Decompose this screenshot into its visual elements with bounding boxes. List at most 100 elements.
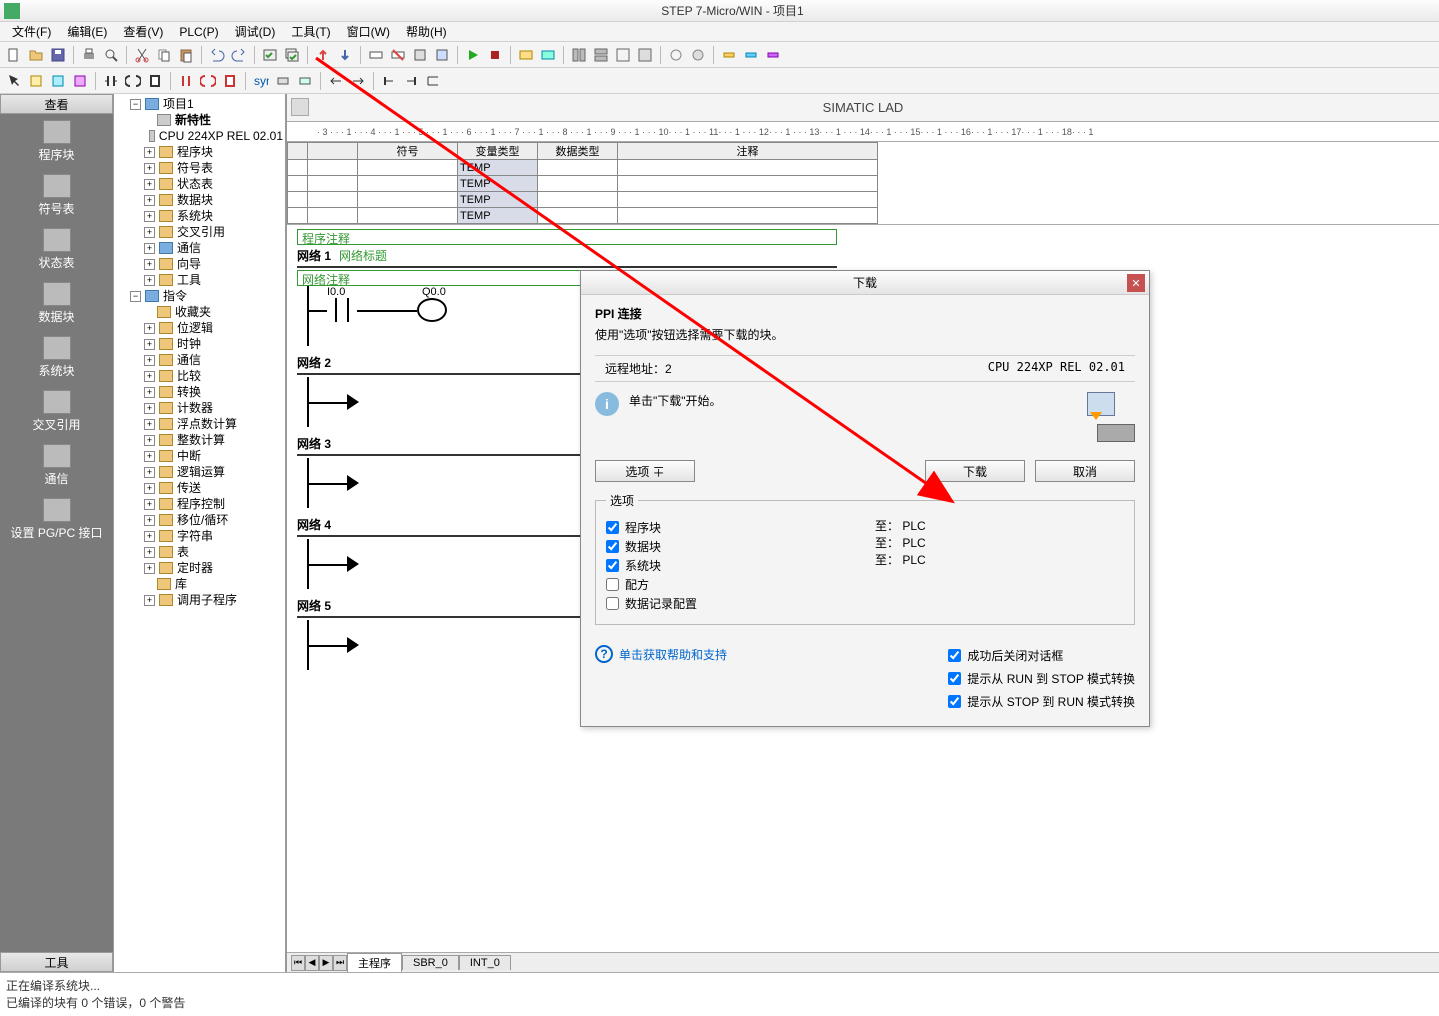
tree-feat[interactable]: 新特性 xyxy=(175,112,211,128)
options-button[interactable]: 选项 ∓ xyxy=(595,460,695,482)
tree-root[interactable]: 项目1 xyxy=(163,96,194,112)
program-comment[interactable]: 程序注释 xyxy=(297,229,837,245)
branch-button[interactable] xyxy=(423,71,443,91)
expand-icon[interactable]: + xyxy=(144,563,155,574)
tree-tools[interactable]: 工具 xyxy=(177,272,201,288)
chk-data-block[interactable] xyxy=(606,540,619,553)
tb2-rd1[interactable] xyxy=(176,71,196,91)
tree-instr-item[interactable]: 库 xyxy=(175,576,187,592)
expand-icon[interactable]: + xyxy=(144,339,155,350)
chk-system-block[interactable] xyxy=(606,559,619,572)
open-button[interactable] xyxy=(26,45,46,65)
expand-icon[interactable]: + xyxy=(144,227,155,238)
tb-d1[interactable] xyxy=(666,45,686,65)
download-action-button[interactable]: 下载 xyxy=(925,460,1025,482)
tb-c2[interactable] xyxy=(591,45,611,65)
status-button[interactable] xyxy=(538,45,558,65)
menu-help[interactable]: 帮助(H) xyxy=(398,21,455,42)
tree-instr-item[interactable]: 移位/循环 xyxy=(177,512,228,528)
dialog-titlebar[interactable]: 下载 ✕ xyxy=(581,271,1149,295)
sym-button[interactable]: sym xyxy=(251,71,271,91)
menu-plc[interactable]: PLC(P) xyxy=(171,23,226,41)
expand-icon[interactable]: + xyxy=(144,323,155,334)
download-button[interactable] xyxy=(335,45,355,65)
paste-button[interactable] xyxy=(176,45,196,65)
tree-prog[interactable]: 程序块 xyxy=(177,144,213,160)
tree-instr-item[interactable]: 逻辑运算 xyxy=(177,464,225,480)
nav-status-table[interactable]: 状态表 xyxy=(0,222,113,276)
editor-corner-icon[interactable] xyxy=(291,98,309,116)
expand-icon[interactable]: + xyxy=(144,595,155,606)
tree-instr-item[interactable]: 转换 xyxy=(177,384,201,400)
help-link[interactable]: ? 单击获取帮助和支持 xyxy=(595,645,727,663)
chk-program-block[interactable] xyxy=(606,521,619,534)
expand-icon[interactable]: + xyxy=(144,419,155,430)
expand-icon[interactable]: + xyxy=(144,243,155,254)
menu-tools[interactable]: 工具(T) xyxy=(283,21,338,42)
tree-comm[interactable]: 通信 xyxy=(177,240,201,256)
upload-button[interactable] xyxy=(313,45,333,65)
tb2-a[interactable] xyxy=(26,71,46,91)
chk-datalog[interactable] xyxy=(606,597,619,610)
nav-cross-ref[interactable]: 交叉引用 xyxy=(0,384,113,438)
nav-pgpc[interactable]: 设置 PG/PC 接口 xyxy=(0,492,113,546)
monitor-button[interactable] xyxy=(516,45,536,65)
contact-i00[interactable] xyxy=(327,298,357,322)
tree-instr-item[interactable]: 字符串 xyxy=(177,528,213,544)
tree-instr-item[interactable]: 中断 xyxy=(177,448,201,464)
nav-symbol-table[interactable]: 符号表 xyxy=(0,168,113,222)
redo-button[interactable] xyxy=(229,45,249,65)
tab-sbr0[interactable]: SBR_0 xyxy=(402,955,459,970)
expand-icon[interactable]: + xyxy=(144,259,155,270)
tree-instr-item[interactable]: 整数计算 xyxy=(177,432,225,448)
tab-prev[interactable]: ◀ xyxy=(305,955,319,971)
menu-view[interactable]: 查看(V) xyxy=(115,21,171,42)
menu-edit[interactable]: 编辑(E) xyxy=(59,21,115,42)
tree-wiz[interactable]: 向导 xyxy=(177,256,201,272)
tree-sys[interactable]: 系统块 xyxy=(177,208,213,224)
cut-button[interactable] xyxy=(132,45,152,65)
tree-instr-item[interactable]: 表 xyxy=(177,544,189,560)
expand-icon[interactable]: + xyxy=(144,211,155,222)
stop-button[interactable] xyxy=(485,45,505,65)
tree-instr-item[interactable]: 程序控制 xyxy=(177,496,225,512)
tb2-e2[interactable] xyxy=(295,71,315,91)
expand-icon[interactable]: + xyxy=(144,547,155,558)
tab-int0[interactable]: INT_0 xyxy=(459,955,511,970)
expand-icon[interactable]: + xyxy=(144,435,155,446)
expand-icon[interactable]: + xyxy=(144,531,155,542)
expand-icon[interactable]: − xyxy=(130,291,141,302)
tree-status[interactable]: 状态表 xyxy=(177,176,213,192)
pointer-button[interactable] xyxy=(4,71,24,91)
tb-e1[interactable] xyxy=(719,45,739,65)
tb2-c[interactable] xyxy=(70,71,90,91)
tb2-e1[interactable] xyxy=(273,71,293,91)
chk-stop-run[interactable] xyxy=(948,695,961,708)
tb2-b[interactable] xyxy=(48,71,68,91)
expand-icon[interactable]: + xyxy=(144,355,155,366)
save-button[interactable] xyxy=(48,45,68,65)
tb-e3[interactable] xyxy=(763,45,783,65)
insert-network-button[interactable] xyxy=(366,45,386,65)
toolbar-btn-b[interactable] xyxy=(432,45,452,65)
project-tree[interactable]: −项目1 新特性 CPU 224XP REL 02.01 +程序块 +符号表 +… xyxy=(114,94,286,972)
tab-next[interactable]: ▶ xyxy=(319,955,333,971)
expand-icon[interactable]: + xyxy=(144,403,155,414)
tb-c1[interactable] xyxy=(569,45,589,65)
expand-icon[interactable]: + xyxy=(144,371,155,382)
nav-system-block[interactable]: 系统块 xyxy=(0,330,113,384)
run-button[interactable] xyxy=(463,45,483,65)
tree-instr-item[interactable]: 调用子程序 xyxy=(177,592,237,608)
expand-icon[interactable]: + xyxy=(144,163,155,174)
tree-sym[interactable]: 符号表 xyxy=(177,160,213,176)
nav-comm[interactable]: 通信 xyxy=(0,438,113,492)
tree-instr-item[interactable]: 比较 xyxy=(177,368,201,384)
tb-c4[interactable] xyxy=(635,45,655,65)
tree-instr-item[interactable]: 时钟 xyxy=(177,336,201,352)
compile-button[interactable] xyxy=(260,45,280,65)
expand-icon[interactable]: − xyxy=(130,99,141,110)
tree-instr-item[interactable]: 传送 xyxy=(177,480,201,496)
tab-main[interactable]: 主程序 xyxy=(347,953,402,972)
expand-icon[interactable]: + xyxy=(144,195,155,206)
new-button[interactable] xyxy=(4,45,24,65)
